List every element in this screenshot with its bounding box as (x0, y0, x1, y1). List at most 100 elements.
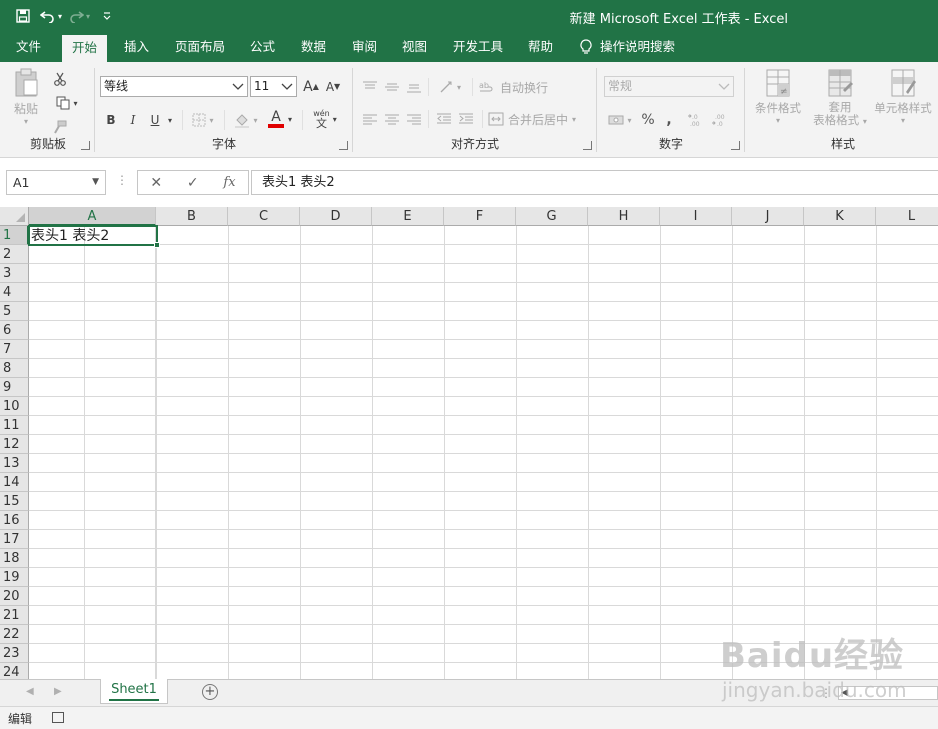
row-header-1[interactable]: 1 (0, 226, 29, 245)
row-header-4[interactable]: 4 (0, 283, 29, 302)
middle-align-icon[interactable] (382, 78, 402, 96)
borders-button[interactable]: ▾ (188, 110, 218, 130)
tab-data[interactable]: 数据 (291, 32, 336, 62)
row-header-6[interactable]: 6 (0, 321, 29, 340)
tab-home[interactable]: 开始 (62, 35, 108, 62)
row-header-15[interactable]: 15 (0, 492, 29, 511)
row-header-18[interactable]: 18 (0, 549, 29, 568)
merge-center-button[interactable]: 合并后居中 ▾ (488, 108, 588, 130)
font-launcher-icon[interactable] (339, 141, 348, 150)
format-painter-button[interactable] (50, 118, 70, 136)
redo-icon[interactable]: ▾ (66, 6, 92, 26)
cells-area[interactable] (29, 226, 938, 679)
format-as-table-button[interactable]: 套用 表格格式 ▾ (810, 68, 870, 134)
tab-review[interactable]: 审阅 (342, 32, 387, 62)
name-box[interactable]: A1 ▼ (6, 170, 106, 195)
macro-record-icon[interactable] (52, 712, 64, 723)
number-format-select[interactable]: 常规 (604, 76, 734, 97)
scroll-sheets-left-icon[interactable]: ◀ (26, 686, 34, 697)
row-header-12[interactable]: 12 (0, 435, 29, 454)
accounting-format-icon[interactable]: ▾ (604, 110, 636, 130)
font-color-button[interactable]: A ▾ (264, 108, 296, 130)
add-sheet-plus-icon[interactable]: + (202, 684, 218, 700)
conditional-formatting-button[interactable]: ≠ 条件格式 ▾ (750, 68, 806, 134)
grow-font-button[interactable]: A ▲ (301, 76, 321, 97)
cell-styles-button[interactable]: 单元格样式 ▾ (870, 68, 936, 134)
increase-indent-icon[interactable] (456, 110, 476, 128)
row-header-3[interactable]: 3 (0, 264, 29, 283)
increase-decimal-icon[interactable]: .0.00 (686, 110, 708, 130)
tab-page-layout[interactable]: 页面布局 (165, 32, 235, 62)
shrink-font-button[interactable]: A ▼ (323, 76, 343, 97)
decrease-decimal-icon[interactable]: .00.0 (710, 110, 732, 130)
paste-button[interactable]: 粘贴 ▾ (10, 68, 42, 126)
row-header-23[interactable]: 23 (0, 644, 29, 663)
align-right-icon[interactable] (404, 110, 424, 128)
active-cell-selection[interactable] (28, 225, 160, 248)
fill-color-button[interactable]: ▾ (230, 110, 262, 130)
tab-developer[interactable]: 开发工具 (443, 32, 513, 62)
copy-button[interactable]: ▾ (50, 94, 84, 112)
row-header-2[interactable]: 2 (0, 245, 29, 264)
alignment-launcher-icon[interactable] (583, 141, 592, 150)
row-header-10[interactable]: 10 (0, 397, 29, 416)
underline-dropdown-chevron-down-icon[interactable]: ▾ (164, 110, 176, 130)
scroll-sheets-right-icon[interactable]: ▶ (54, 686, 62, 697)
column-header-e[interactable]: E (372, 207, 444, 226)
column-header-d[interactable]: D (300, 207, 372, 226)
row-header-21[interactable]: 21 (0, 606, 29, 625)
tell-me-search[interactable]: 操作说明搜索 (580, 32, 675, 62)
tab-formulas[interactable]: 公式 (240, 32, 285, 62)
tab-insert[interactable]: 插入 (114, 32, 159, 62)
font-family-select[interactable]: 等线 (100, 76, 248, 97)
top-align-icon[interactable] (360, 78, 380, 96)
column-header-j[interactable]: J (732, 207, 804, 226)
italic-button[interactable]: I (124, 110, 142, 130)
row-header-9[interactable]: 9 (0, 378, 29, 397)
column-header-a[interactable]: A (29, 207, 156, 226)
column-header-k[interactable]: K (804, 207, 876, 226)
clipboard-launcher-icon[interactable] (81, 141, 90, 150)
font-size-select[interactable]: 11 (250, 76, 297, 97)
row-header-5[interactable]: 5 (0, 302, 29, 321)
column-header-i[interactable]: I (660, 207, 732, 226)
row-header-13[interactable]: 13 (0, 454, 29, 473)
align-left-icon[interactable] (360, 110, 380, 128)
enter-check-icon[interactable]: ✓ (187, 175, 199, 191)
cut-button[interactable] (50, 70, 70, 88)
column-header-c[interactable]: C (228, 207, 300, 226)
row-header-7[interactable]: 7 (0, 340, 29, 359)
tab-file[interactable]: 文件 (6, 32, 51, 62)
column-header-h[interactable]: H (588, 207, 660, 226)
formula-input[interactable]: 表头1 表头2 (251, 170, 938, 195)
cancel-icon[interactable]: ✕ (150, 175, 162, 191)
save-icon[interactable] (10, 6, 36, 26)
row-header-19[interactable]: 19 (0, 568, 29, 587)
column-header-f[interactable]: F (444, 207, 516, 226)
orientation-icon[interactable]: ▾ (434, 78, 466, 96)
row-header-16[interactable]: 16 (0, 511, 29, 530)
fill-handle[interactable] (154, 242, 160, 248)
sheet-tab-sheet1[interactable]: Sheet1 (100, 679, 168, 704)
bottom-align-icon[interactable] (404, 78, 424, 96)
phonetic-guide-button[interactable]: wén 文 ▾ (308, 108, 342, 130)
column-header-g[interactable]: G (516, 207, 588, 226)
decrease-indent-icon[interactable] (434, 110, 454, 128)
formula-bar-resize-handle[interactable]: ⋮ (116, 173, 128, 187)
customize-qat-chevron-down-icon[interactable] (94, 6, 120, 26)
row-header-24[interactable]: 24 (0, 663, 29, 679)
row-header-11[interactable]: 11 (0, 416, 29, 435)
comma-style-button[interactable]: , (660, 110, 678, 130)
column-header-b[interactable]: B (156, 207, 228, 226)
underline-button[interactable]: U (146, 110, 164, 130)
undo-icon[interactable]: ▾ (38, 6, 64, 26)
row-header-14[interactable]: 14 (0, 473, 29, 492)
bold-button[interactable]: B (102, 110, 120, 130)
number-launcher-icon[interactable] (731, 141, 740, 150)
row-header-17[interactable]: 17 (0, 530, 29, 549)
align-center-icon[interactable] (382, 110, 402, 128)
row-header-20[interactable]: 20 (0, 587, 29, 606)
percent-style-button[interactable]: % (638, 110, 658, 130)
insert-function-fx-icon[interactable]: fx (223, 175, 235, 190)
tab-view[interactable]: 视图 (392, 32, 437, 62)
